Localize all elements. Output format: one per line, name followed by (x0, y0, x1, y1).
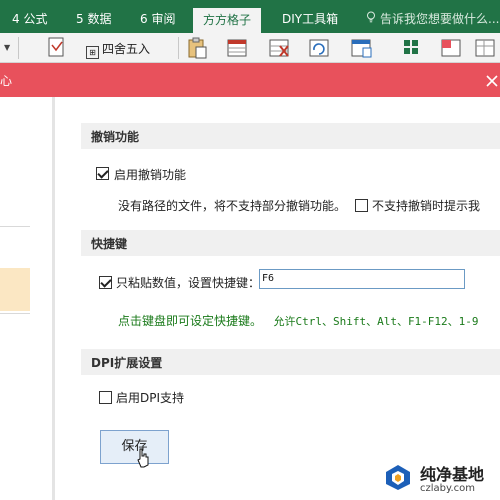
ribbon-divider (178, 37, 179, 59)
round-button[interactable]: ⊞ 四舍五入 (86, 40, 150, 59)
enable-dpi-label: 启用DPI支持 (116, 391, 185, 405)
nav-divider (0, 226, 30, 227)
round-function-icon[interactable] (46, 36, 68, 60)
undo-section-title: 撤销功能 (91, 130, 140, 144)
watermark-title: 纯净基地 (420, 465, 485, 484)
refresh-table-icon[interactable] (308, 36, 330, 60)
paste-values-label: 只粘贴数值，设置快捷键： (116, 276, 261, 290)
hand-cursor-icon (137, 448, 149, 468)
undo-section-header: 撤销功能 (81, 123, 500, 149)
tab-data[interactable]: 5 数据 (76, 0, 111, 33)
ribbon-divider (18, 37, 19, 59)
dpi-section-title: DPI扩展设置 (91, 356, 163, 370)
enable-dpi-checkbox[interactable] (99, 391, 112, 404)
cells-icon[interactable] (440, 36, 462, 60)
hotkey-hint-text: 点击键盘即可设定快捷键。 (118, 314, 263, 328)
hotkey-input[interactable]: F6 (259, 269, 465, 289)
chevron-down-icon[interactable]: ▼ (4, 43, 10, 52)
no-undo-prompt-checkbox[interactable] (355, 199, 368, 212)
hotkey-hint: 点击键盘即可设定快捷键。 允许Ctrl、Shift、Alt、F1-F12、1-9 (118, 312, 479, 329)
dialog-title-bar: 心 (0, 63, 500, 97)
round-icon: ⊞ (86, 46, 99, 59)
sheet-icon[interactable] (474, 36, 496, 60)
save-button[interactable]: 保存 (100, 430, 169, 464)
close-icon[interactable] (484, 71, 500, 89)
hotkey-section-title: 快捷键 (91, 237, 128, 251)
sheet-icon[interactable] (350, 36, 372, 60)
paste-values-checkbox[interactable] (99, 276, 112, 289)
watermark-url: czlaby.com (420, 483, 476, 494)
dialog-side-nav (0, 97, 52, 500)
delete-table-icon[interactable] (268, 36, 290, 60)
clipboard-icon[interactable] (186, 36, 208, 60)
tab-review[interactable]: 6 审阅 (140, 0, 175, 33)
nav-item-selected[interactable] (0, 268, 30, 311)
tell-me-search[interactable]: 告诉我您想要做什么... (366, 0, 499, 33)
dialog-title: 心 (0, 74, 13, 88)
enable-undo-label: 启用撤销功能 (114, 168, 187, 182)
undo-note: 没有路径的文件，将不支持部分撤销功能。 (118, 199, 347, 213)
no-undo-prompt-label: 不支持撤销时提示我 (372, 199, 481, 213)
grid-icon[interactable] (400, 36, 422, 60)
tab-diy-toolbox[interactable]: DIY工具箱 (282, 0, 338, 33)
tab-formulas[interactable]: 4 公式 (12, 0, 47, 33)
round-label: 四舍五入 (102, 42, 151, 56)
hotkey-section-header: 快捷键 (81, 230, 500, 256)
enable-undo-checkbox[interactable] (96, 167, 109, 180)
watermark-logo (386, 465, 410, 490)
tab-fangfang-gezi[interactable]: 方方格子 (193, 8, 262, 33)
hotkey-allowed-keys: 允许Ctrl、Shift、Alt、F1-F12、1-9 (273, 315, 479, 328)
ribbon-body: ▼ ⊞ 四舍五入 (0, 33, 500, 63)
table-icon[interactable] (226, 36, 248, 60)
nav-divider (0, 313, 30, 314)
ribbon-tab-bar: 4 公式 5 数据 6 审阅 方方格子 DIY工具箱 告诉我您想要做什么... (0, 0, 500, 33)
tell-me-text: 告诉我您想要做什么... (380, 12, 500, 26)
dpi-section-header: DPI扩展设置 (81, 349, 500, 375)
